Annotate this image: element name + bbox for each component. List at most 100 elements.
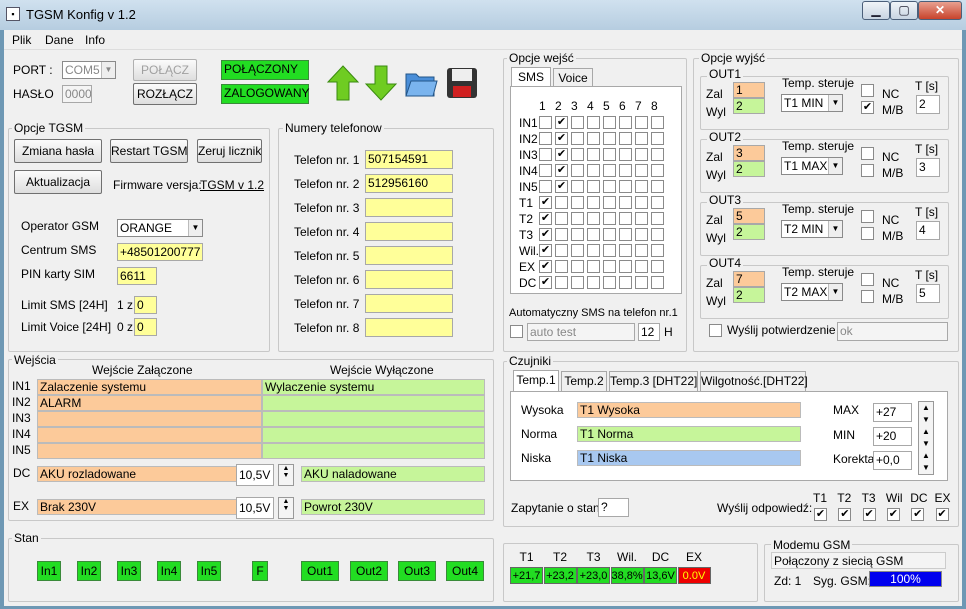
phone-input[interactable] <box>365 294 453 313</box>
input-off-cell[interactable] <box>262 395 485 411</box>
grid-checkbox[interactable] <box>635 180 648 193</box>
grid-checkbox[interactable] <box>651 244 664 257</box>
nc-checkbox[interactable] <box>861 84 874 97</box>
grid-checkbox[interactable] <box>635 228 648 241</box>
temp-control-select[interactable]: T1 MIN ▼ <box>781 94 843 112</box>
grid-checkbox[interactable] <box>619 116 632 129</box>
grid-checkbox[interactable] <box>619 212 632 225</box>
zal-input[interactable]: 5 <box>733 208 765 224</box>
grid-checkbox[interactable] <box>635 132 648 145</box>
grid-checkbox[interactable] <box>587 228 600 241</box>
grid-checkbox[interactable] <box>619 276 632 289</box>
menu-info[interactable]: Info <box>85 33 105 47</box>
grid-checkbox[interactable] <box>635 260 648 273</box>
sms-center-input[interactable]: +48501200777 <box>117 243 203 261</box>
wyl-input[interactable]: 2 <box>733 224 765 240</box>
confirm-checkbox[interactable] <box>709 324 722 337</box>
dc-threshold-input[interactable]: 10,5V <box>236 464 274 486</box>
grid-checkbox[interactable] <box>571 228 584 241</box>
grid-checkbox[interactable] <box>619 164 632 177</box>
grid-checkbox[interactable] <box>619 260 632 273</box>
password-input[interactable]: 0000 <box>62 85 92 103</box>
grid-checkbox[interactable]: ✔ <box>539 276 552 289</box>
grid-checkbox[interactable] <box>651 212 664 225</box>
update-button[interactable]: Aktualizacja <box>14 170 102 194</box>
grid-checkbox[interactable] <box>555 244 568 257</box>
port-select[interactable]: COM5 ▼ <box>62 61 116 79</box>
grid-checkbox[interactable] <box>571 116 584 129</box>
change-password-button[interactable]: Zmiana hasła <box>14 139 102 163</box>
grid-checkbox[interactable] <box>571 260 584 273</box>
wyl-input[interactable]: 2 <box>733 161 765 177</box>
input-off-cell[interactable] <box>262 411 485 427</box>
menu-plik[interactable]: Plik <box>12 33 31 47</box>
phone-input[interactable] <box>365 246 453 265</box>
grid-checkbox[interactable] <box>571 164 584 177</box>
temp-control-select[interactable]: T2 MAX ▼ <box>781 283 843 301</box>
grid-checkbox[interactable] <box>571 196 584 209</box>
grid-checkbox[interactable] <box>603 260 616 273</box>
reply-checkbox[interactable]: ✔ <box>935 508 949 521</box>
connect-button[interactable]: POŁĄCZ <box>133 59 197 81</box>
auto-sms-input[interactable]: auto test <box>527 323 635 341</box>
grid-checkbox[interactable] <box>603 148 616 161</box>
zal-input[interactable]: 1 <box>733 82 765 98</box>
grid-checkbox[interactable] <box>651 180 664 193</box>
grid-checkbox[interactable] <box>619 228 632 241</box>
sensor-tab[interactable]: Temp.2 <box>561 371 607 391</box>
phone-input[interactable]: 512956160 <box>365 174 453 193</box>
phone-input[interactable] <box>365 198 453 217</box>
minimize-button[interactable]: ▁ <box>862 1 890 20</box>
operator-select[interactable]: ORANGE ▼ <box>117 219 203 237</box>
limit-voice-input[interactable]: 0 <box>134 318 157 336</box>
grid-checkbox[interactable]: ✔ <box>555 116 568 129</box>
grid-checkbox[interactable] <box>571 180 584 193</box>
ex-on-input[interactable]: Brak 230V <box>37 499 260 515</box>
mb-checkbox[interactable]: ✔ <box>861 101 874 114</box>
reply-checkbox[interactable]: ✔ <box>886 508 900 521</box>
grid-checkbox[interactable] <box>539 116 552 129</box>
open-folder-icon[interactable] <box>404 66 438 100</box>
grid-checkbox[interactable] <box>651 148 664 161</box>
input-off-cell[interactable]: Wylaczenie systemu <box>262 379 485 395</box>
sensor-spinner[interactable]: ▲ ▼ ▲ ▼ ▲ ▼ <box>918 401 934 475</box>
phone-input[interactable]: 507154591 <box>365 150 453 169</box>
grid-checkbox[interactable]: ✔ <box>539 244 552 257</box>
reply-checkbox[interactable]: ✔ <box>814 508 827 521</box>
upload-arrow-icon[interactable] <box>326 64 360 102</box>
t-input[interactable]: 4 <box>916 221 940 240</box>
grid-checkbox[interactable] <box>555 196 568 209</box>
grid-checkbox[interactable] <box>555 212 568 225</box>
grid-checkbox[interactable] <box>603 276 616 289</box>
download-arrow-icon[interactable] <box>364 64 398 102</box>
temp-control-select[interactable]: T2 MIN ▼ <box>781 220 843 238</box>
tab-sms[interactable]: SMS <box>511 67 551 87</box>
tab-voice[interactable]: Voice <box>553 68 593 87</box>
nc-checkbox[interactable] <box>861 210 874 223</box>
grid-checkbox[interactable] <box>587 116 600 129</box>
input-off-cell[interactable] <box>262 427 485 443</box>
grid-checkbox[interactable] <box>651 276 664 289</box>
grid-checkbox[interactable] <box>619 148 632 161</box>
grid-checkbox[interactable] <box>603 180 616 193</box>
input-off-cell[interactable] <box>262 443 485 459</box>
input-on-cell[interactable] <box>37 411 262 427</box>
t-input[interactable]: 2 <box>916 95 940 114</box>
dc-on-input[interactable]: AKU rozladowane <box>37 466 260 482</box>
grid-checkbox[interactable] <box>651 132 664 145</box>
grid-checkbox[interactable] <box>619 132 632 145</box>
grid-checkbox[interactable] <box>635 276 648 289</box>
grid-checkbox[interactable]: ✔ <box>539 228 552 241</box>
maximize-button[interactable]: ▢ <box>890 1 918 20</box>
grid-checkbox[interactable]: ✔ <box>539 260 552 273</box>
sensor-tab[interactable]: Wilgotność.[DHT22] <box>700 371 808 391</box>
grid-checkbox[interactable] <box>635 196 648 209</box>
grid-checkbox[interactable] <box>619 244 632 257</box>
zal-input[interactable]: 7 <box>733 271 765 287</box>
grid-checkbox[interactable] <box>603 164 616 177</box>
grid-checkbox[interactable] <box>587 164 600 177</box>
grid-checkbox[interactable] <box>619 196 632 209</box>
grid-checkbox[interactable] <box>603 244 616 257</box>
grid-checkbox[interactable] <box>555 228 568 241</box>
grid-checkbox[interactable] <box>539 148 552 161</box>
